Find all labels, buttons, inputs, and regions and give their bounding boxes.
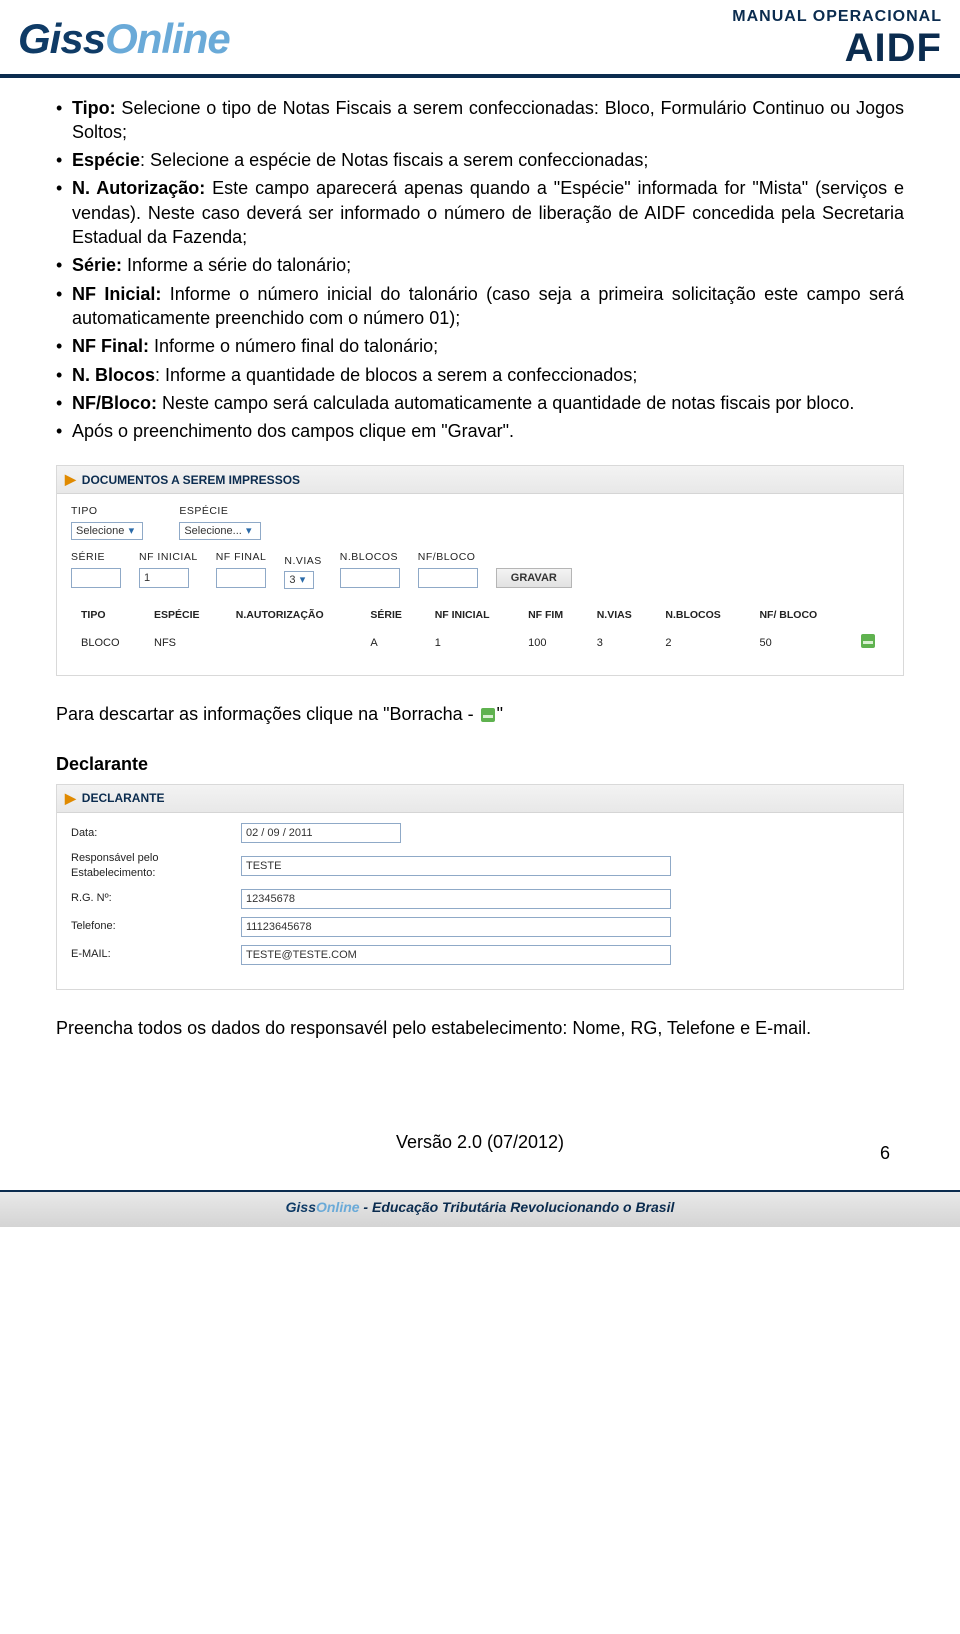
dec-label-email: E-MAIL: — [71, 947, 241, 962]
version-text: Versão 2.0 (07/2012) — [56, 1130, 904, 1154]
field-nblocos: N.BLOCOS — [340, 550, 400, 587]
spec-item: NF Inicial: Informe o número inicial do … — [56, 282, 904, 331]
declarante-panel: ▶ DECLARANTE Data: Responsável pelo Esta… — [56, 784, 904, 990]
documentos-panel-title: DOCUMENTOS A SEREM IMPRESSOS — [82, 472, 300, 488]
spec-list: Tipo: Selecione o tipo de Notas Fiscais … — [56, 96, 904, 444]
discard-paragraph: Para descartar as informações clique na … — [56, 702, 904, 726]
field-nf-final: NF FINAL — [216, 550, 267, 587]
manual-title-box: MANUAL OPERACIONAL AIDF — [732, 6, 942, 68]
nf-inicial-input[interactable] — [139, 568, 189, 588]
fill-paragraph: Preencha todos os dados do responsavél p… — [56, 1016, 904, 1040]
field-nf-inicial: NF INICIAL — [139, 550, 198, 587]
spec-item: Após o preenchimento dos campos clique e… — [56, 419, 904, 443]
page-number: 6 — [880, 1141, 890, 1165]
data-input[interactable] — [241, 823, 401, 843]
chevron-down-icon: ▾ — [124, 524, 138, 539]
manual-title: AIDF — [732, 28, 942, 68]
nblocos-input[interactable] — [340, 568, 400, 588]
telefone-input[interactable] — [241, 917, 671, 937]
documentos-panel: ▶ DOCUMENTOS A SEREM IMPRESSOS TIPO Sele… — [56, 465, 904, 675]
rg-input[interactable] — [241, 889, 671, 909]
serie-input[interactable] — [71, 568, 121, 588]
responsavel-input[interactable] — [241, 856, 671, 876]
footer-bar: GissOnline - Educação Tributária Revoluc… — [0, 1190, 960, 1227]
email-input[interactable] — [241, 945, 671, 965]
logo-text-left: Giss — [18, 15, 105, 62]
spec-item: Série: Informe a série do talonário; — [56, 253, 904, 277]
spec-item: Tipo: Selecione o tipo de Notas Fiscais … — [56, 96, 904, 145]
manual-subtitle: MANUAL OPERACIONAL — [732, 6, 942, 28]
documentos-panel-header: ▶ DOCUMENTOS A SEREM IMPRESSOS — [57, 466, 903, 494]
declarante-panel-header: ▶ DECLARANTE — [57, 785, 903, 813]
documentos-table: TIPO ESPÉCIE N.AUTORIZAÇÃO SÉRIE NF INIC… — [71, 602, 889, 659]
eraser-icon[interactable] — [861, 634, 875, 648]
nfbloco-input[interactable] — [418, 568, 478, 588]
declarante-heading: Declarante — [56, 752, 904, 776]
spec-item: N. Blocos: Informe a quantidade de bloco… — [56, 363, 904, 387]
nf-final-input[interactable] — [216, 568, 266, 588]
spec-item: N. Autorização: Este campo aparecerá ape… — [56, 176, 904, 249]
page-header: GissOnline MANUAL OPERACIONAL AIDF — [0, 0, 960, 78]
declarante-panel-title: DECLARANTE — [82, 790, 165, 806]
spec-item: Espécie: Selecione a espécie de Notas fi… — [56, 148, 904, 172]
dec-label-telefone: Telefone: — [71, 919, 241, 934]
spec-item: NF Final: Informe o número final do talo… — [56, 334, 904, 358]
field-tipo: TIPO Selecione▾ — [71, 504, 143, 538]
tipo-select[interactable]: Selecione▾ — [71, 522, 143, 540]
table-row: BLOCO NFS A 1 100 3 2 50 — [71, 628, 889, 659]
nvias-select[interactable]: 3▾ — [284, 571, 314, 589]
dec-label-responsavel: Responsável pelo Estabelecimento: — [71, 851, 241, 881]
dec-label-data: Data: — [71, 826, 241, 841]
logo-text-right: Online — [105, 15, 230, 62]
field-nfbloco: NF/BLOCO — [418, 550, 478, 587]
dec-label-rg: R.G. Nº: — [71, 891, 241, 906]
field-serie: SÉRIE — [71, 550, 121, 587]
field-especie: ESPÉCIE Selecione...▾ — [179, 504, 260, 538]
chevron-right-icon: ▶ — [65, 470, 76, 489]
eraser-icon — [481, 708, 495, 722]
chevron-down-icon: ▾ — [295, 573, 309, 588]
spec-item: NF/Bloco: Neste campo será calculada aut… — [56, 391, 904, 415]
chevron-right-icon: ▶ — [65, 789, 76, 808]
gravar-button[interactable]: GRAVAR — [496, 568, 572, 588]
brand-logo: GissOnline — [18, 11, 230, 68]
especie-select[interactable]: Selecione...▾ — [179, 522, 260, 540]
field-nvias: N.VIAS 3▾ — [284, 554, 321, 588]
chevron-down-icon: ▾ — [242, 524, 256, 539]
